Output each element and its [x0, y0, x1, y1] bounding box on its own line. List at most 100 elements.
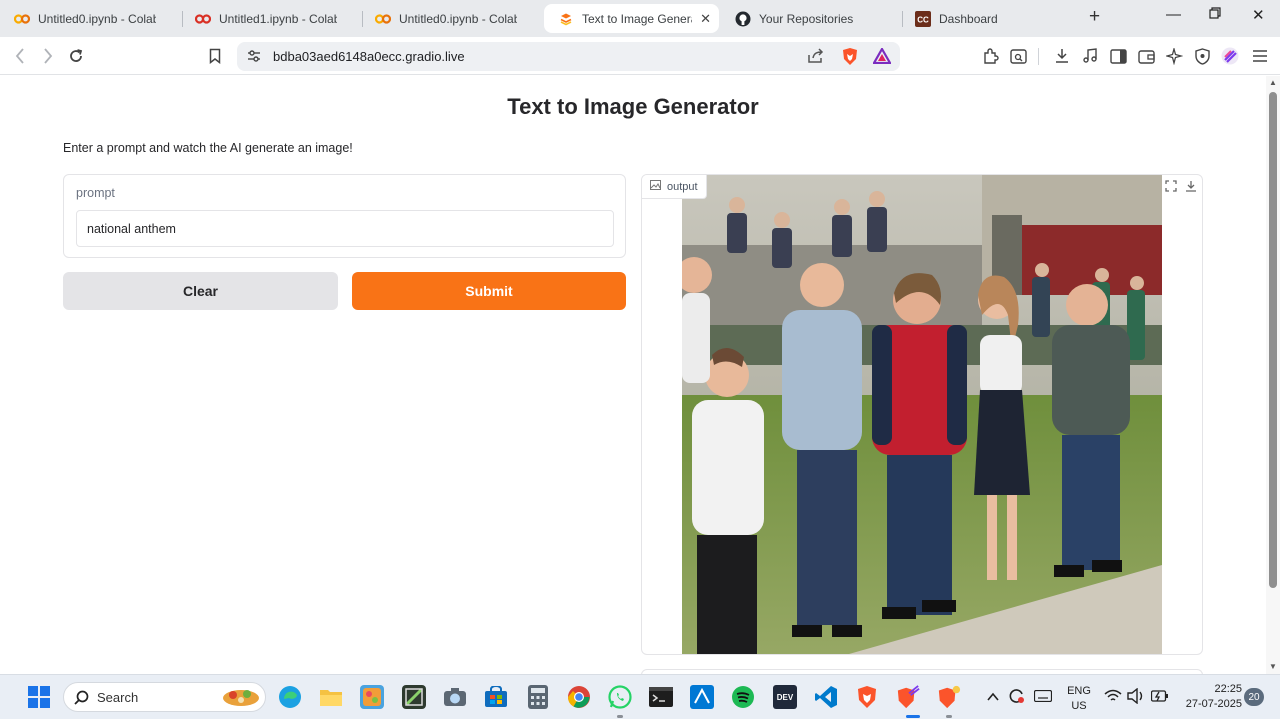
colab-icon: [375, 11, 391, 27]
leo-ai-icon[interactable]: [1164, 46, 1184, 66]
scroll-thumb[interactable]: [1269, 92, 1277, 588]
tab-label: Untitled0.ipynb - Colab: [38, 12, 156, 26]
wifi-icon[interactable]: [1104, 689, 1122, 708]
fullscreen-icon[interactable]: [1162, 177, 1180, 195]
output-label-badge: output: [642, 175, 707, 199]
azure-data-icon[interactable]: [690, 685, 714, 709]
tab-label: Text to Image Generat: [582, 11, 692, 26]
profile-icon[interactable]: [1220, 46, 1240, 66]
keyboard-icon[interactable]: [1033, 689, 1053, 707]
tab-colab-untitled0-b[interactable]: Untitled0.ipynb - Colab: [361, 5, 541, 33]
brave-shields-icon[interactable]: [841, 47, 859, 71]
download-image-icon[interactable]: [1182, 177, 1200, 195]
close-window-button[interactable]: ✕: [1252, 6, 1265, 24]
image-icon: [650, 180, 661, 193]
tab-label: Dashboard: [939, 12, 998, 26]
tab-colab-untitled0[interactable]: Untitled0.ipynb - Colab: [0, 5, 180, 33]
share-icon[interactable]: [807, 48, 825, 69]
tab-github-repos[interactable]: Your Repositories: [721, 5, 901, 33]
language-indicator[interactable]: ENG US: [1064, 684, 1094, 714]
snipping-tool-icon[interactable]: [402, 685, 426, 709]
brave-nightly-icon[interactable]: [937, 685, 961, 709]
cc-icon: CC: [915, 11, 931, 27]
windows-start-icon[interactable]: [27, 685, 51, 709]
volume-icon[interactable]: [1127, 687, 1145, 709]
page-description: Enter a prompt and watch the AI generate…: [63, 141, 353, 155]
camera-icon[interactable]: [443, 685, 467, 709]
notification-badge[interactable]: 20: [1244, 688, 1264, 706]
output-panel: output: [641, 174, 1203, 655]
tab-colab-untitled1[interactable]: Untitled1.ipynb - Colab: [181, 5, 361, 33]
language-region: US: [1071, 700, 1087, 712]
site-settings-icon[interactable]: [246, 48, 262, 69]
reload-icon[interactable]: [66, 46, 86, 66]
tab-label: Untitled0.ipynb - Colab: [399, 12, 517, 26]
taskbar-search[interactable]: Search: [63, 682, 266, 712]
scroll-up-arrow[interactable]: ▲: [1269, 78, 1277, 87]
minimize-button[interactable]: —: [1166, 6, 1181, 23]
tab-text-to-image[interactable]: Text to Image Generat ✕: [544, 4, 719, 33]
ms-store-icon[interactable]: [484, 685, 508, 709]
submit-button[interactable]: Submit: [352, 272, 626, 310]
brave-profile-icon[interactable]: [896, 685, 920, 709]
paint-app-icon[interactable]: [360, 685, 384, 709]
tray-overflow-icon[interactable]: [987, 689, 999, 707]
file-explorer-icon[interactable]: [319, 685, 343, 709]
prompt-panel: prompt: [63, 174, 626, 258]
chrome-icon[interactable]: [567, 685, 591, 709]
colab-icon: [14, 11, 30, 27]
browser-tab-strip: Untitled0.ipynb - Colab Untitled1.ipynb …: [0, 0, 1280, 37]
url-text: bdba03aed6148a0ecc.gradio.live: [273, 49, 465, 64]
windows-taskbar: Search DEV ENG US 22:25 27-07-2025 20: [0, 674, 1280, 719]
new-tab-button[interactable]: +: [1089, 6, 1100, 28]
vscode-icon[interactable]: [814, 685, 838, 709]
forward-icon[interactable]: [38, 46, 58, 66]
prompt-input[interactable]: [76, 210, 614, 247]
sidebar-icon[interactable]: [1108, 46, 1128, 66]
media-icon[interactable]: [1080, 46, 1100, 66]
terminal-icon[interactable]: [649, 685, 673, 709]
page-title: Text to Image Generator: [507, 94, 759, 119]
gradio-page: Text to Image Generator Enter a prompt a…: [0, 76, 1266, 674]
extensions-icon[interactable]: [980, 46, 1000, 66]
tab-dashboard[interactable]: CC Dashboard: [901, 5, 1081, 33]
output-toolbar: [1160, 175, 1202, 197]
browser-toolbar: bdba03aed6148a0ecc.gradio.live: [0, 37, 1280, 75]
spotify-icon[interactable]: [731, 685, 755, 709]
scroll-down-arrow[interactable]: ▼: [1269, 662, 1277, 671]
search-icon: [74, 690, 89, 710]
dev-app-icon[interactable]: DEV: [773, 685, 797, 709]
tab-label: Your Repositories: [759, 12, 854, 26]
menu-icon[interactable]: [1250, 46, 1270, 66]
restore-button[interactable]: [1209, 6, 1221, 23]
brave-rewards-icon[interactable]: [872, 46, 892, 69]
colab-icon: [195, 11, 211, 27]
github-icon: [735, 11, 751, 27]
clock-time: 22:25: [1214, 683, 1242, 695]
svg-text:CC: CC: [917, 16, 929, 25]
bookmark-icon[interactable]: [205, 46, 225, 66]
wallet-icon[interactable]: [1136, 46, 1156, 66]
page-scrollbar[interactable]: ▲ ▼: [1266, 76, 1280, 674]
address-bar[interactable]: bdba03aed6148a0ecc.gradio.live: [237, 42, 900, 71]
whatsapp-icon[interactable]: [608, 685, 632, 709]
clock[interactable]: 22:25 27-07-2025: [1176, 682, 1242, 712]
svg-text:DEV: DEV: [777, 693, 794, 702]
edge-icon[interactable]: [278, 685, 302, 709]
search-placeholder: Search: [97, 690, 139, 705]
gradio-icon: [558, 11, 574, 27]
sync-icon[interactable]: [1008, 687, 1026, 710]
download-icon[interactable]: [1052, 46, 1072, 66]
battery-icon[interactable]: [1150, 689, 1169, 707]
tab-label: Untitled1.ipynb - Colab: [219, 12, 337, 26]
search-highlight-icon: [221, 685, 261, 714]
reader-mode-icon[interactable]: [1008, 46, 1028, 66]
back-icon[interactable]: [10, 46, 30, 66]
clock-date: 27-07-2025: [1185, 698, 1242, 710]
close-tab-icon[interactable]: ✕: [700, 11, 711, 27]
brave-icon[interactable]: [855, 685, 879, 709]
vpn-shield-icon[interactable]: [1192, 46, 1212, 66]
calculator-icon[interactable]: [526, 685, 550, 709]
clear-button[interactable]: Clear: [63, 272, 338, 310]
output-label: output: [667, 180, 698, 193]
